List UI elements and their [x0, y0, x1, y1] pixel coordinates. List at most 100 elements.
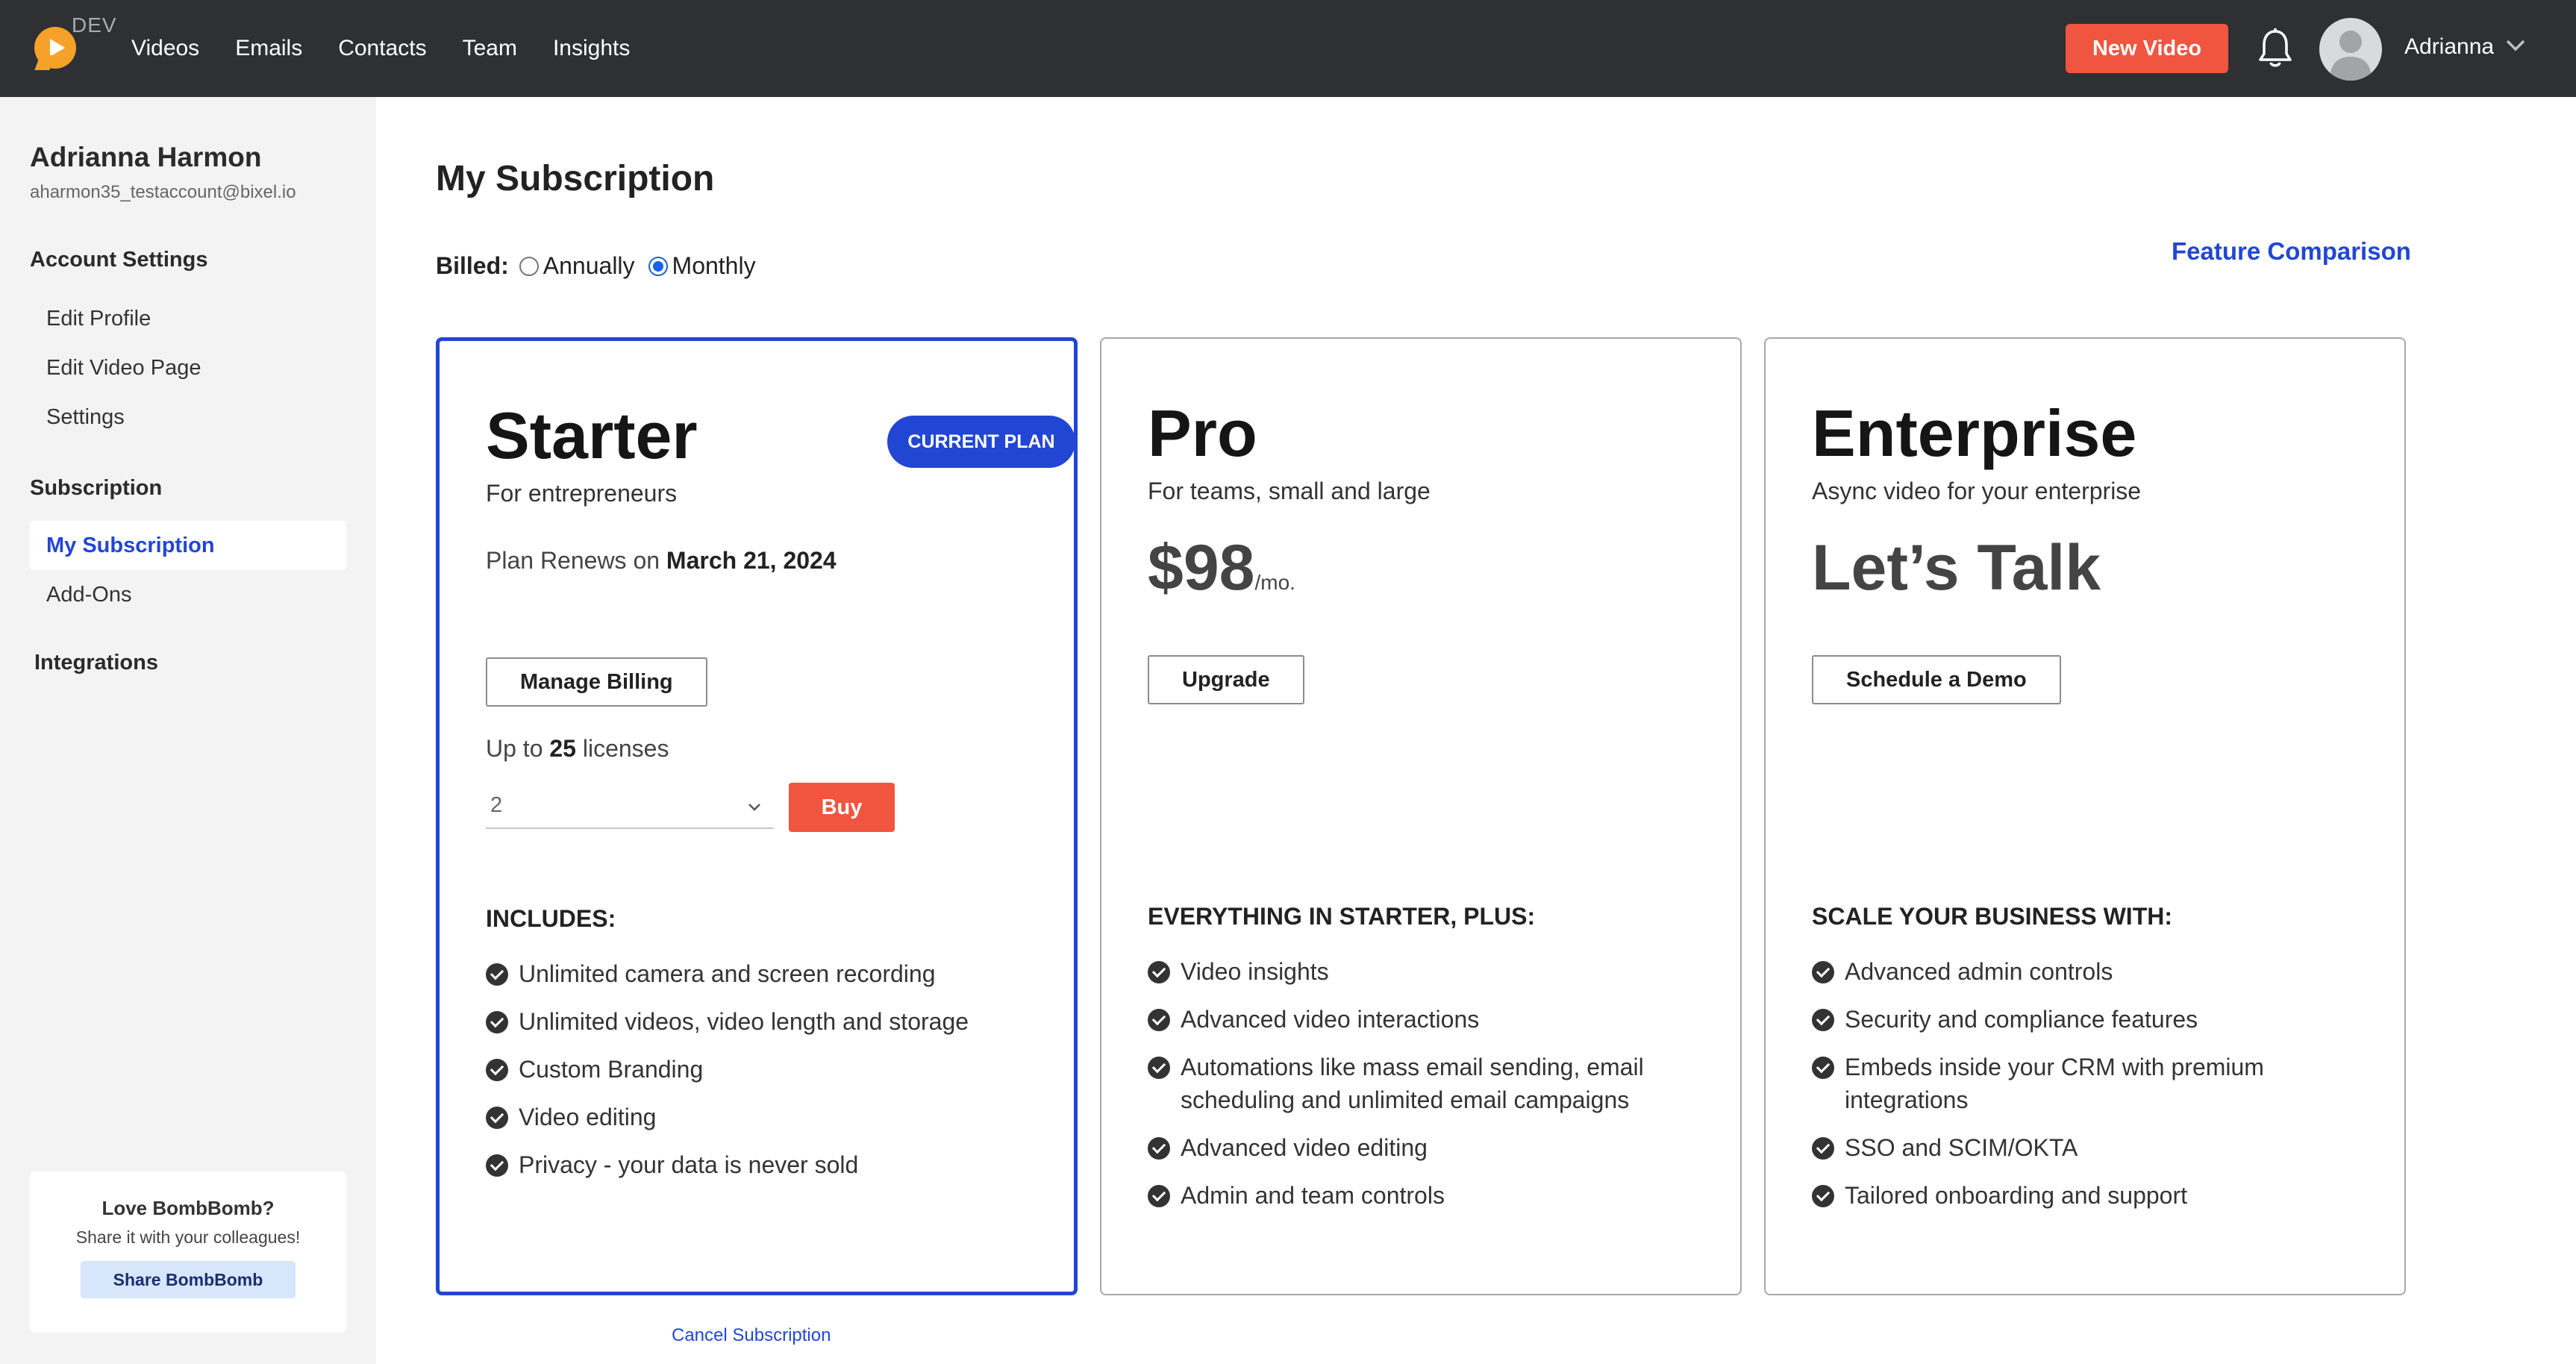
nav-emails[interactable]: Emails	[235, 36, 302, 61]
feature-text: Custom Branding	[519, 1056, 704, 1083]
user-avatar-icon[interactable]	[2319, 18, 2382, 81]
check-circle-icon	[1148, 1009, 1170, 1031]
feature-text: Video insights	[1181, 958, 1329, 985]
plan-card-starter: Starter For entrepreneurs CURRENT PLAN P…	[436, 337, 1078, 1295]
list-item: SSO and SCIM/OKTA	[1812, 1131, 2364, 1164]
plan-renewal: Plan Renews on March 21, 2024	[486, 547, 837, 575]
plan-subtitle: For entrepreneurs	[486, 480, 678, 507]
list-item: Advanced admin controls	[1812, 955, 2364, 988]
check-circle-icon	[1812, 1137, 1834, 1160]
list-item: Video insights	[1148, 955, 1700, 988]
environment-tag: DEV	[72, 13, 117, 37]
nav-contacts[interactable]: Contacts	[338, 36, 426, 61]
share-card-subtitle: Share it with your colleagues!	[75, 1227, 301, 1247]
plan-subtitle: Async video for your enterprise	[1812, 478, 2142, 504]
manage-billing-button[interactable]: Manage Billing	[486, 657, 707, 707]
list-item: Tailored onboarding and support	[1812, 1179, 2364, 1212]
check-circle-icon	[1148, 961, 1170, 983]
radio-annually[interactable]	[519, 256, 539, 276]
section-subscription: Subscription	[30, 476, 163, 500]
feature-text: Unlimited camera and screen recording	[519, 960, 936, 987]
list-item: Advanced video editing	[1148, 1131, 1700, 1164]
feature-text: Video editing	[519, 1104, 657, 1130]
licenses-suffix: licenses	[582, 735, 669, 762]
plan-name: Starter	[486, 398, 698, 472]
nav-insights[interactable]: Insights	[553, 36, 630, 61]
top-navigation-bar: DEV Videos Emails Contacts Team Insights…	[0, 0, 2576, 97]
share-card: Love BombBomb? Share it with your collea…	[30, 1171, 346, 1333]
check-circle-icon	[1148, 1137, 1170, 1160]
check-circle-icon	[1812, 1185, 1834, 1207]
renewal-date: March 21, 2024	[666, 547, 837, 574]
feature-text: Privacy - your data is never sold	[519, 1151, 859, 1178]
sidebar-item-integrations[interactable]: Integrations	[34, 651, 158, 675]
check-circle-icon	[486, 1154, 508, 1177]
upgrade-button[interactable]: Upgrade	[1148, 655, 1304, 704]
profile-email: aharmon35_testaccount@bixel.io	[30, 182, 296, 202]
price-unit: /mo.	[1254, 571, 1295, 594]
list-item: Embeds inside your CRM with premium inte…	[1812, 1051, 2364, 1116]
price-amount: $98	[1148, 532, 1255, 604]
radio-monthly-label[interactable]: Monthly	[672, 252, 756, 280]
feature-text: Unlimited videos, video length and stora…	[519, 1008, 969, 1035]
features-title: SCALE YOUR BUSINESS WITH:	[1812, 903, 2172, 930]
license-quantity-select[interactable]: 2	[486, 783, 774, 829]
check-circle-icon	[486, 1107, 508, 1129]
feature-list: Advanced admin controls Security and com…	[1812, 955, 2364, 1227]
feature-text: Advanced video editing	[1181, 1134, 1428, 1161]
list-item: Unlimited videos, video length and stora…	[486, 1005, 1008, 1038]
settings-sidebar: Adrianna Harmon aharmon35_testaccount@bi…	[0, 97, 376, 1364]
list-item: Admin and team controls	[1148, 1179, 1700, 1212]
feature-text: Automations like mass email sending, ema…	[1181, 1054, 1644, 1113]
nav-videos[interactable]: Videos	[131, 36, 199, 61]
user-menu-name[interactable]: Adrianna	[2404, 34, 2494, 60]
section-account-settings: Account Settings	[30, 248, 208, 272]
current-plan-badge: CURRENT PLAN	[887, 416, 1075, 468]
radio-monthly[interactable]	[648, 256, 668, 276]
check-circle-icon	[1812, 1057, 1834, 1079]
check-circle-icon	[1148, 1057, 1170, 1079]
plan-price: $98/mo.	[1148, 531, 1295, 605]
list-item: Custom Branding	[486, 1053, 1008, 1086]
check-circle-icon	[1812, 961, 1834, 983]
plan-subtitle: For teams, small and large	[1148, 478, 1431, 504]
chevron-down-icon[interactable]	[2503, 33, 2528, 58]
billed-label: Billed:	[436, 252, 509, 279]
list-item: Unlimited camera and screen recording	[486, 957, 1008, 990]
renewal-prefix: Plan Renews on	[486, 547, 660, 574]
schedule-demo-button[interactable]: Schedule a Demo	[1812, 655, 2061, 704]
billing-period-selector: Billed: Annually Monthly	[436, 252, 769, 280]
feature-text: Embeds inside your CRM with premium inte…	[1845, 1054, 2264, 1113]
feature-comparison-link[interactable]: Feature Comparison	[2172, 237, 2411, 266]
license-limit: Up to 25 licenses	[486, 735, 669, 763]
sidebar-item-add-ons[interactable]: Add-Ons	[30, 570, 346, 619]
share-card-title: Love BombBomb?	[101, 1197, 275, 1219]
sidebar-item-my-subscription[interactable]: My Subscription	[30, 521, 346, 570]
new-video-button[interactable]: New Video	[2066, 24, 2228, 73]
licenses-count: 25	[549, 735, 576, 762]
plan-name: Enterprise	[1812, 396, 2137, 470]
plan-card-pro: Pro For teams, small and large $98/mo. U…	[1100, 337, 1742, 1295]
bell-icon[interactable]	[2257, 27, 2294, 70]
cancel-subscription-link[interactable]: Cancel Subscription	[672, 1325, 831, 1346]
features-title: EVERYTHING IN STARTER, PLUS:	[1148, 903, 1536, 930]
sidebar-item-settings[interactable]: Settings	[30, 392, 346, 442]
sidebar-item-edit-video-page[interactable]: Edit Video Page	[30, 343, 346, 392]
nav-team[interactable]: Team	[463, 36, 517, 61]
sidebar-item-edit-profile[interactable]: Edit Profile	[30, 294, 346, 343]
plan-card-enterprise: Enterprise Async video for your enterpri…	[1764, 337, 2406, 1295]
feature-text: Security and compliance features	[1845, 1006, 2198, 1033]
check-circle-icon	[1812, 1009, 1834, 1031]
share-bombbomb-button[interactable]: Share BombBomb	[81, 1261, 296, 1298]
check-circle-icon	[1148, 1185, 1170, 1207]
feature-text: SSO and SCIM/OKTA	[1845, 1134, 2078, 1161]
feature-text: Advanced admin controls	[1845, 958, 2113, 985]
licenses-prefix: Up to	[486, 735, 543, 762]
plan-name: Pro	[1148, 396, 1257, 470]
radio-annually-label[interactable]: Annually	[543, 252, 635, 280]
buy-licenses-button[interactable]: Buy	[789, 783, 895, 832]
main-nav: Videos Emails Contacts Team Insights	[131, 0, 630, 97]
page-title: My Subscription	[436, 159, 715, 198]
check-circle-icon	[486, 1059, 508, 1081]
license-quantity-value: 2	[490, 793, 503, 817]
